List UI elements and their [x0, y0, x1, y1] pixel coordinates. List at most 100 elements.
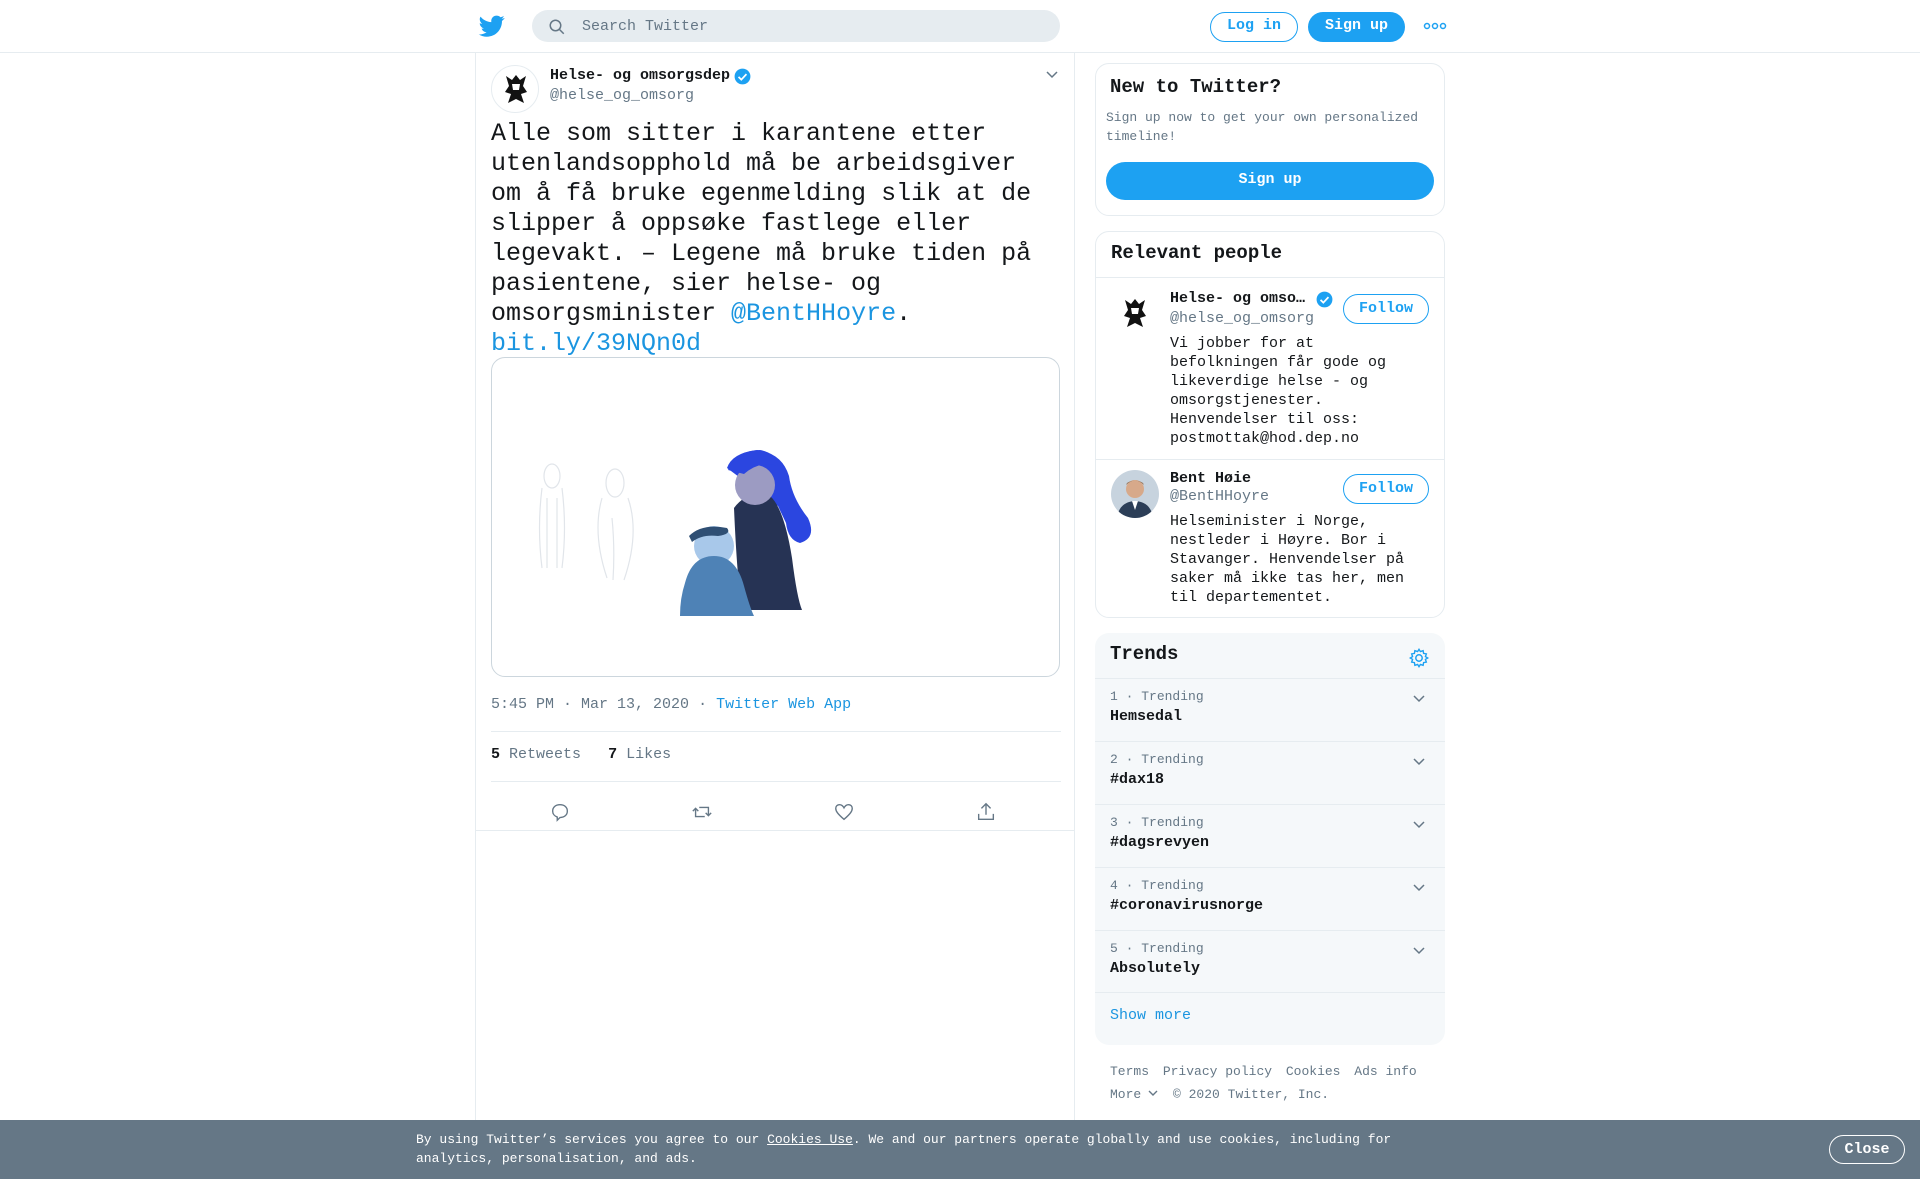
person-avatar[interactable]: [1111, 470, 1159, 518]
tweet-author-handle[interactable]: @helse_og_omsorg: [550, 87, 694, 104]
trend-rank: 4: [1110, 878, 1118, 893]
trend-name[interactable]: Hemsedal: [1110, 708, 1182, 725]
person-name[interactable]: Helse- og omso…: [1170, 290, 1305, 307]
meta-separator: ·: [698, 696, 708, 713]
tweet-column: Helse- og omsorgsdep @helse_og_omsorg Al…: [475, 53, 1075, 1179]
trend-name[interactable]: #dax18: [1110, 771, 1164, 788]
tweet-timestamp[interactable]: 5:45 PM · Mar 13, 2020: [491, 696, 689, 713]
cookie-banner: By using Twitter’s services you agree to…: [0, 1120, 1920, 1179]
login-button[interactable]: Log in: [1210, 12, 1298, 42]
person-handle[interactable]: @helse_og_omsorg: [1170, 310, 1314, 327]
trend-label: Trending: [1141, 815, 1204, 830]
chevron-down-icon[interactable]: [1411, 817, 1427, 833]
close-button[interactable]: Close: [1829, 1135, 1905, 1164]
trend-rank: 1: [1110, 689, 1118, 704]
likes-label: Likes: [626, 746, 672, 763]
more-icon[interactable]: [1423, 18, 1447, 34]
trend-meta: 3 · Trending: [1110, 815, 1204, 830]
sidebar-signup-button[interactable]: Sign up: [1106, 162, 1434, 200]
follow-button[interactable]: Follow: [1343, 474, 1429, 504]
tweet-mention-link[interactable]: @BentHHoyre: [731, 299, 896, 328]
like-icon[interactable]: [833, 801, 855, 823]
share-icon[interactable]: [975, 801, 997, 823]
person-handle[interactable]: @BentHHoyre: [1170, 488, 1269, 505]
illustration-image: [538, 450, 812, 616]
chevron-down-icon: [1148, 1090, 1158, 1096]
likes-stat[interactable]: 7 Likes: [608, 746, 671, 763]
search-input[interactable]: [582, 10, 1042, 42]
trend-name[interactable]: Absolutely: [1110, 960, 1200, 977]
tweet-author-name[interactable]: Helse- og omsorgsdep: [550, 67, 730, 84]
more-label: More: [1110, 1087, 1142, 1102]
trend-meta: 5 · Trending: [1110, 941, 1204, 956]
top-header: Log in Sign up: [0, 0, 1920, 53]
chevron-down-icon[interactable]: [1411, 943, 1427, 959]
cookies-link[interactable]: Cookies: [1286, 1064, 1341, 1079]
author-avatar[interactable]: [491, 65, 539, 113]
chevron-down-icon[interactable]: [1411, 880, 1427, 896]
tweet-timestamp-row: 5:45 PM · Mar 13, 2020 · Twitter Web App: [491, 696, 851, 713]
trend-meta: 1 · Trending: [1110, 689, 1204, 704]
reply-icon[interactable]: [549, 801, 571, 823]
search-box[interactable]: [532, 10, 1060, 42]
verified-badge-icon: [1316, 291, 1333, 308]
new-to-twitter-description: Sign up now to get your own personalized…: [1106, 110, 1419, 144]
divider: [491, 731, 1061, 732]
ads-info-link[interactable]: Ads info: [1354, 1064, 1416, 1079]
retweets-label: Retweets: [509, 746, 582, 763]
privacy-link[interactable]: Privacy policy: [1163, 1064, 1272, 1079]
person-bio: Helseminister i Norge, nestleder i Høyre…: [1170, 513, 1405, 606]
tweet-url-link[interactable]: bit.ly/39NQn0d: [491, 329, 701, 358]
retweet-icon[interactable]: [691, 801, 713, 823]
trend-item[interactable]: 4 · Trending #coronavirusnorge: [1095, 867, 1445, 930]
new-to-twitter-title: New to Twitter?: [1110, 76, 1282, 98]
trend-item[interactable]: 2 · Trending #dax18: [1095, 741, 1445, 804]
tweet-text-body: Alle som sitter i karantene etter utenla…: [491, 119, 1032, 328]
trend-label: Trending: [1141, 752, 1204, 767]
tweet-stats: 5 Retweets 7 Likes: [491, 746, 671, 763]
trend-name[interactable]: #dagsrevyen: [1110, 834, 1209, 851]
retweets-stat[interactable]: 5 Retweets: [491, 746, 581, 763]
gear-icon[interactable]: [1408, 647, 1430, 669]
follow-button[interactable]: Follow: [1343, 294, 1429, 324]
trend-item[interactable]: 5 · Trending Absolutely: [1095, 930, 1445, 993]
person-avatar[interactable]: [1111, 290, 1159, 338]
copyright: © 2020 Twitter, Inc.: [1173, 1087, 1330, 1102]
show-more-link[interactable]: Show more: [1110, 1007, 1191, 1024]
person-item[interactable]: Bent Høie @BentHHoyre Follow Helseminist…: [1096, 460, 1444, 618]
verified-badge-icon: [734, 68, 751, 85]
divider: [491, 781, 1061, 782]
tweet-source-link[interactable]: Twitter Web App: [716, 696, 851, 713]
person-name[interactable]: Bent Høie: [1170, 470, 1251, 487]
signup-button[interactable]: Sign up: [1308, 12, 1405, 42]
new-to-twitter-card: New to Twitter? Sign up now to get your …: [1095, 63, 1445, 216]
chevron-down-icon[interactable]: [1411, 754, 1427, 770]
trend-label: Trending: [1141, 689, 1204, 704]
trend-item[interactable]: 1 · Trending Hemsedal: [1095, 678, 1445, 741]
person-item[interactable]: Helse- og omso… @helse_og_omsorg Follow …: [1096, 278, 1444, 457]
cookies-use-link[interactable]: Cookies Use: [767, 1132, 853, 1147]
trend-label: Trending: [1141, 878, 1204, 893]
trend-name[interactable]: #coronavirusnorge: [1110, 897, 1263, 914]
more-link[interactable]: More: [1110, 1087, 1159, 1102]
chevron-down-icon[interactable]: [1044, 67, 1060, 83]
relevant-people-card: Relevant people Helse- og omso… @helse_o…: [1095, 231, 1445, 618]
profile-photo-icon: [1111, 470, 1159, 518]
trend-item[interactable]: 3 · Trending #dagsrevyen: [1095, 804, 1445, 867]
person-bio: Vi jobber for at befolkningen får gode o…: [1170, 335, 1387, 447]
divider: [476, 830, 1074, 831]
tweet-actions: [491, 791, 1061, 831]
relevant-people-title: Relevant people: [1111, 242, 1283, 264]
trends-card: Trends 1 · Trending Hemsedal 2 · Trendin…: [1095, 633, 1445, 1045]
terms-link[interactable]: Terms: [1110, 1064, 1149, 1079]
twitter-logo-icon[interactable]: [478, 13, 506, 39]
footer-links: Terms Privacy policy Cookies Ads info Mo…: [1110, 1060, 1450, 1106]
tweet-media-card[interactable]: [491, 357, 1060, 677]
tweet-text-end: .: [896, 299, 912, 328]
likes-count: 7: [608, 746, 618, 763]
cookie-text: By using Twitter’s services you agree to…: [416, 1130, 1416, 1168]
trend-label: Trending: [1141, 941, 1204, 956]
trend-rank: 3: [1110, 815, 1118, 830]
chevron-down-icon[interactable]: [1411, 691, 1427, 707]
coat-of-arms-icon: [1124, 299, 1146, 327]
